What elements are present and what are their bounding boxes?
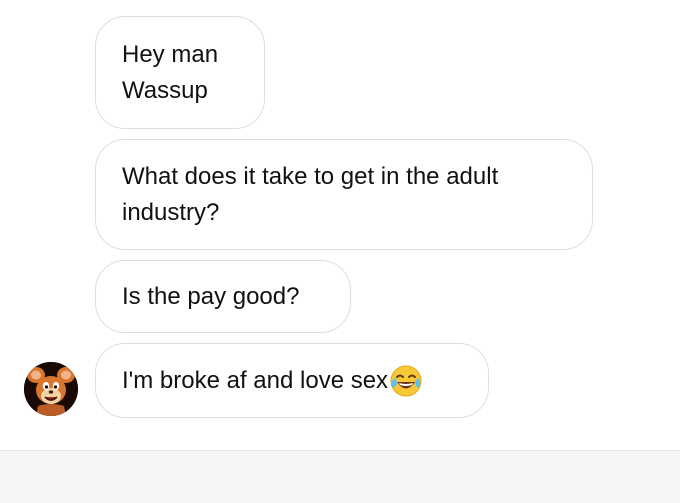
cartoon-mouse-avatar-icon [24,362,78,416]
face-with-tears-of-joy-icon [389,364,423,398]
message-bubble[interactable]: Is the pay good? [95,260,351,333]
message-text: Is the pay good? [122,282,300,310]
message-bubble[interactable]: I'm broke af and love sex [95,343,489,418]
message-text: I'm broke af and love sex [122,366,389,394]
message-bubble[interactable]: What does it take to get in the adult in… [95,139,593,250]
avatar[interactable] [24,362,78,416]
message-text: industry? [122,198,220,226]
message-thread: Hey man Wassup What does it take to get … [0,0,680,450]
message-row: I'm broke af and love sex [122,363,462,399]
message-text: What does it take to get in the adult [122,162,499,190]
message-text: Wassup [122,76,208,104]
message-text: Hey man [122,40,219,68]
compose-bar[interactable] [0,450,680,503]
message-bubble[interactable]: Hey man Wassup [95,16,265,129]
